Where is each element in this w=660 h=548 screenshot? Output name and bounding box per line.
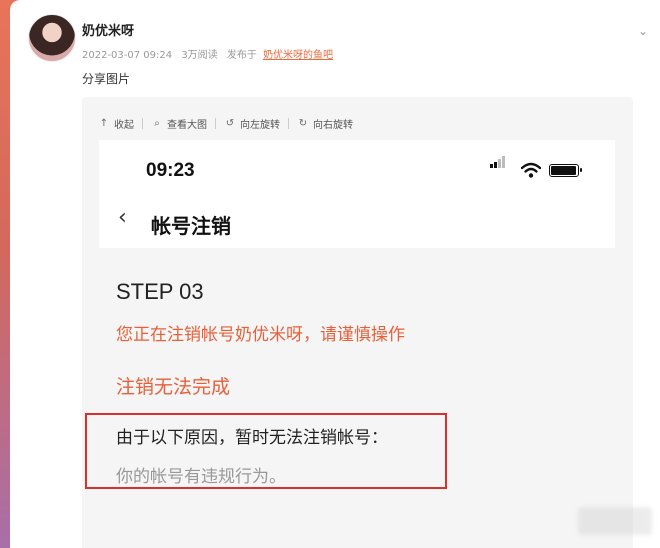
avatar[interactable]: [28, 14, 76, 62]
view-large-button[interactable]: ⌕ 查看大图: [151, 116, 207, 131]
toolbar-divider: [288, 118, 289, 129]
rotate-left-icon: ↺: [225, 118, 235, 129]
warning-text: 您正在注销帐号奶优米呀，请谨慎操作: [116, 325, 405, 345]
battery-icon: [549, 164, 582, 177]
back-arrow-icon: ‹: [118, 205, 127, 230]
collapse-label: 收起: [114, 120, 134, 131]
step-label: STEP 03: [116, 279, 204, 304]
reason-detail: 你的帐号有违规行为。: [116, 467, 286, 487]
post-meta: 2022-03-07 09:24 3万阅读 发布于 奶优米呀的鱼吧: [82, 46, 333, 61]
post-caption: 分享图片: [82, 72, 131, 86]
forum-link[interactable]: 奶优米呀的鱼吧: [263, 50, 333, 61]
view-count: 3万阅读: [181, 50, 218, 61]
post-image[interactable]: 09:23 ‹ 帐号注销 STEP 03 您正在注销帐号奶优米呀，请谨慎操作 注…: [85, 140, 615, 548]
image-toolbar: ↑ 收起 ⌕ 查看大图 ↺ 向左旋转 ↻ 向右旋转: [98, 116, 353, 131]
rotate-right-button[interactable]: ↻ 向右旋转: [297, 116, 353, 131]
image-viewer: ↑ 收起 ⌕ 查看大图 ↺ 向左旋转 ↻ 向右旋转 09:23 ‹ 帐号注销 S…: [82, 97, 633, 548]
chevron-down-icon[interactable]: ⌄: [638, 24, 648, 38]
collapse-button[interactable]: ↑ 收起: [98, 116, 134, 131]
nav-title: 帐号注销: [151, 214, 231, 238]
rotate-left-button[interactable]: ↺ 向左旋转: [224, 116, 280, 131]
reason-header: 由于以下原因，暂时无法注销帐号：: [116, 428, 388, 448]
collapse-icon: ↑: [99, 118, 109, 129]
phone-header: 09:23 ‹ 帐号注销: [99, 140, 615, 248]
rotate-left-label: 向左旋转: [240, 120, 280, 131]
toolbar-divider: [215, 118, 216, 129]
rotate-right-label: 向右旋转: [313, 120, 353, 131]
post-date: 2022-03-07 09:24: [82, 50, 173, 61]
cannot-complete-text: 注销无法完成: [116, 376, 231, 398]
status-time: 09:23: [146, 160, 195, 181]
username[interactable]: 奶优米呀: [82, 20, 134, 39]
view-large-label: 查看大图: [167, 120, 207, 131]
search-icon: ⌕: [154, 118, 160, 129]
blurred-watermark: [578, 507, 652, 535]
rotate-right-icon: ↻: [298, 118, 308, 129]
wifi-icon: [521, 162, 541, 178]
published-in-label: 发布于: [226, 50, 257, 61]
toolbar-divider: [142, 118, 143, 129]
post-card: 奶优米呀 2022-03-07 09:24 3万阅读 发布于 奶优米呀的鱼吧 ⌄…: [10, 0, 660, 548]
